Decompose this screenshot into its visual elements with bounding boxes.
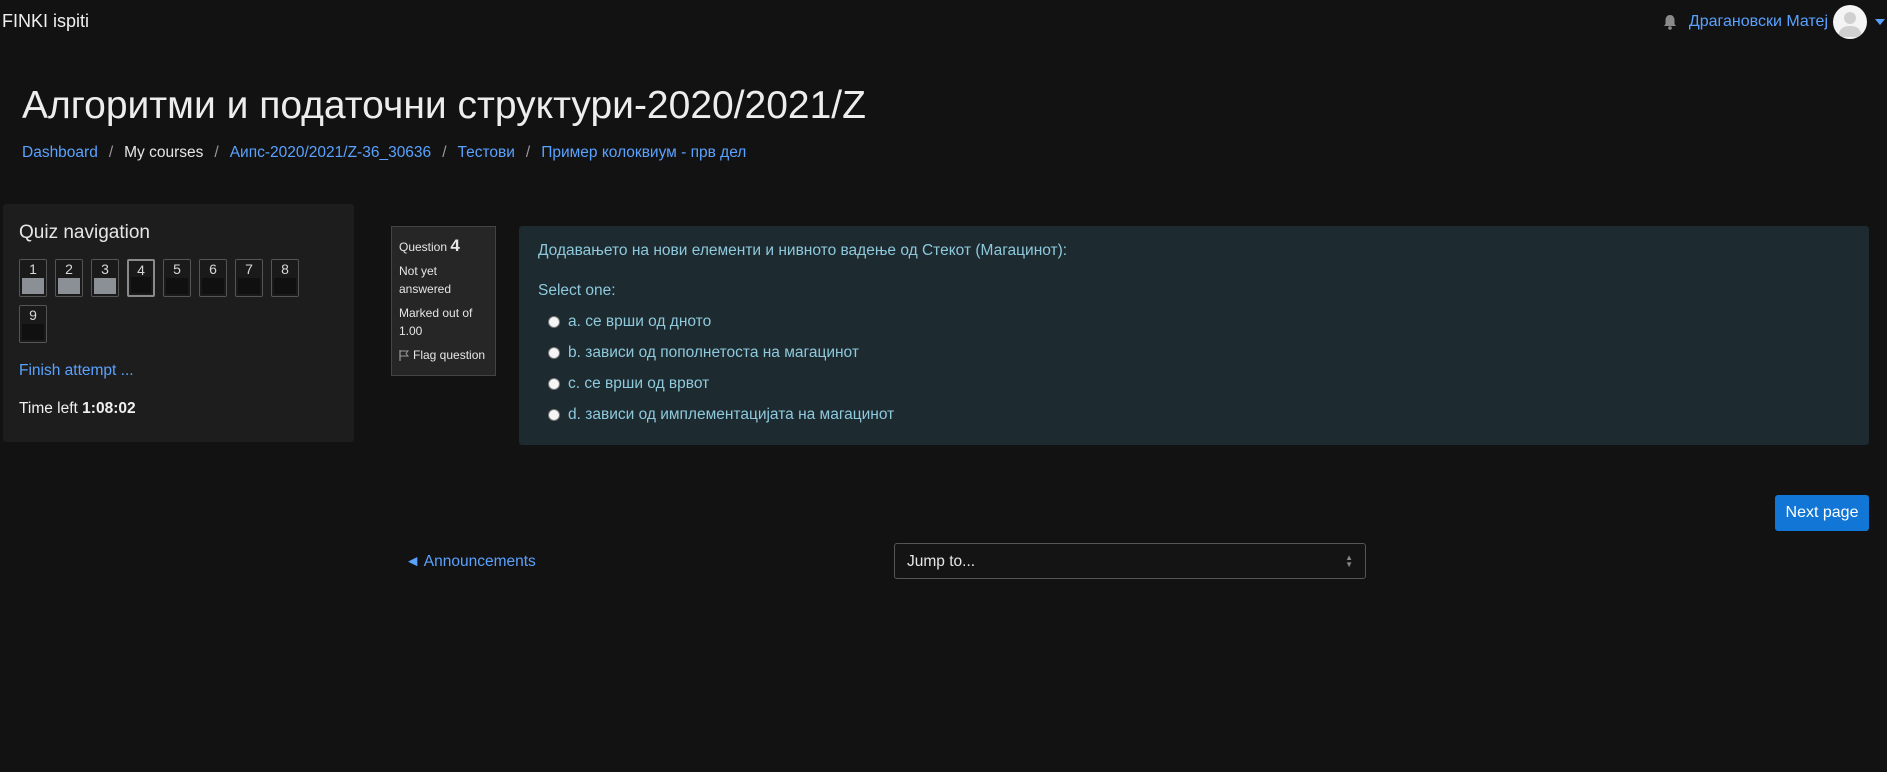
flag-question-button[interactable]: Flag question bbox=[399, 346, 488, 364]
question-button-2[interactable]: 2 bbox=[55, 259, 83, 297]
answer-option-b[interactable]: b. зависи од пополнетоста на магацинот bbox=[538, 337, 1850, 368]
question-button-label: 2 bbox=[65, 261, 73, 277]
question-content: Додавањето на нови елементи и нивното ва… bbox=[519, 226, 1869, 445]
question-button-label: 6 bbox=[209, 261, 217, 277]
question-button-9[interactable]: 9 bbox=[19, 305, 47, 343]
time-left-value: 1:08:02 bbox=[82, 400, 136, 417]
question-state-fill bbox=[22, 324, 44, 340]
breadcrumb-my-courses: My courses bbox=[124, 144, 204, 161]
question-state-fill bbox=[131, 277, 151, 293]
select-one-prompt: Select one: bbox=[538, 282, 616, 299]
breadcrumb-quiz[interactable]: Пример колоквиум - прв дел bbox=[541, 144, 746, 162]
quiz-navigation-block: Quiz navigation 1 2 3 4 5 6 7 8 9 Finish… bbox=[3, 204, 354, 442]
time-left: Time left 1:08:02 bbox=[19, 400, 136, 418]
user-name-link[interactable]: Драгановски Матеј bbox=[1689, 13, 1828, 31]
answer-option-d[interactable]: d. зависи од имплементацијата на магацин… bbox=[538, 399, 1850, 430]
breadcrumb-separator: / bbox=[214, 144, 219, 161]
question-status: Not yet answered bbox=[399, 264, 452, 296]
question-button-5[interactable]: 5 bbox=[163, 259, 191, 297]
question-grade: Marked out of 1.00 bbox=[399, 306, 473, 338]
question-label: Question bbox=[399, 240, 448, 254]
answer-label[interactable]: a. се врши од дното bbox=[568, 313, 711, 331]
time-left-label: Time left bbox=[19, 400, 78, 417]
page-title: Алгоритми и податочни структури-2020/202… bbox=[22, 84, 866, 127]
question-button-label: 3 bbox=[101, 261, 109, 277]
avatar[interactable] bbox=[1833, 5, 1867, 39]
answer-option-c[interactable]: c. се врши од врвот bbox=[538, 368, 1850, 399]
breadcrumb-separator: / bbox=[525, 144, 531, 161]
question-button-label: 5 bbox=[173, 261, 181, 277]
question-button-label: 8 bbox=[281, 261, 289, 277]
question-number-row: Question 4 bbox=[399, 237, 488, 256]
jump-to-select[interactable]: Jump to... ▲ ▼ bbox=[894, 543, 1366, 579]
question-state-fill bbox=[22, 278, 44, 294]
navbar: FINKI ispiti Драгановски Матеј bbox=[0, 0, 1887, 44]
question-button-label: 7 bbox=[245, 261, 253, 277]
radio-button[interactable] bbox=[548, 346, 560, 359]
site-brand[interactable]: FINKI ispiti bbox=[2, 11, 89, 32]
question-info: Question 4 Not yet answered Marked out o… bbox=[391, 226, 496, 376]
answer-label[interactable]: c. се врши од врвот bbox=[568, 375, 709, 393]
question-button-4[interactable]: 4 bbox=[127, 259, 155, 297]
quiz-navigation-title: Quiz navigation bbox=[19, 222, 150, 243]
breadcrumb-course[interactable]: Аипс-2020/2021/Z-36_30636 bbox=[230, 144, 431, 162]
question-button-6[interactable]: 6 bbox=[199, 259, 227, 297]
answer-label[interactable]: b. зависи од пополнетоста на магацинот bbox=[568, 344, 859, 362]
jump-to-label: Jump to... bbox=[907, 553, 976, 570]
question-state-fill bbox=[238, 278, 260, 294]
radio-button[interactable] bbox=[548, 377, 560, 390]
radio-button[interactable] bbox=[548, 315, 560, 328]
question-button-8[interactable]: 8 bbox=[271, 259, 299, 297]
flag-question-label: Flag question bbox=[413, 348, 486, 362]
chevron-down-icon[interactable] bbox=[1875, 19, 1885, 25]
question-button-3[interactable]: 3 bbox=[91, 259, 119, 297]
user-menu-area: Драгановски Матеј bbox=[1661, 4, 1887, 40]
breadcrumb-separator: / bbox=[442, 144, 447, 161]
next-page-button[interactable]: Next page bbox=[1775, 495, 1869, 531]
question-state-fill bbox=[94, 278, 116, 294]
flag-icon bbox=[399, 349, 409, 361]
breadcrumb-tests[interactable]: Тестови bbox=[458, 144, 515, 162]
finish-attempt-link[interactable]: Finish attempt ... bbox=[19, 362, 134, 380]
question-button-7[interactable]: 7 bbox=[235, 259, 263, 297]
previous-activity-link[interactable]: ◄ Announcements bbox=[405, 553, 536, 571]
question-button-label: 1 bbox=[29, 261, 37, 277]
question-button-label: 9 bbox=[29, 307, 37, 323]
question-number: 4 bbox=[450, 236, 460, 255]
question-state-fill bbox=[274, 278, 296, 294]
answer-label[interactable]: d. зависи од имплементацијата на магацин… bbox=[568, 406, 894, 424]
breadcrumb: Dashboard / My courses / Аипс-2020/2021/… bbox=[22, 144, 746, 162]
answer-option-a[interactable]: a. се врши од дното bbox=[538, 306, 1850, 337]
user-silhouette-icon bbox=[1838, 12, 1862, 37]
question-state-fill bbox=[166, 278, 188, 294]
question-state-fill bbox=[202, 278, 224, 294]
bell-icon[interactable] bbox=[1661, 13, 1679, 31]
breadcrumb-dashboard[interactable]: Dashboard bbox=[22, 144, 98, 162]
radio-button[interactable] bbox=[548, 408, 560, 421]
select-arrows-icon: ▲ ▼ bbox=[1345, 553, 1353, 569]
breadcrumb-separator: / bbox=[108, 144, 114, 161]
question-button-1[interactable]: 1 bbox=[19, 259, 47, 297]
question-state-fill bbox=[58, 278, 80, 294]
question-text: Додавањето на нови елементи и нивното ва… bbox=[538, 242, 1068, 259]
